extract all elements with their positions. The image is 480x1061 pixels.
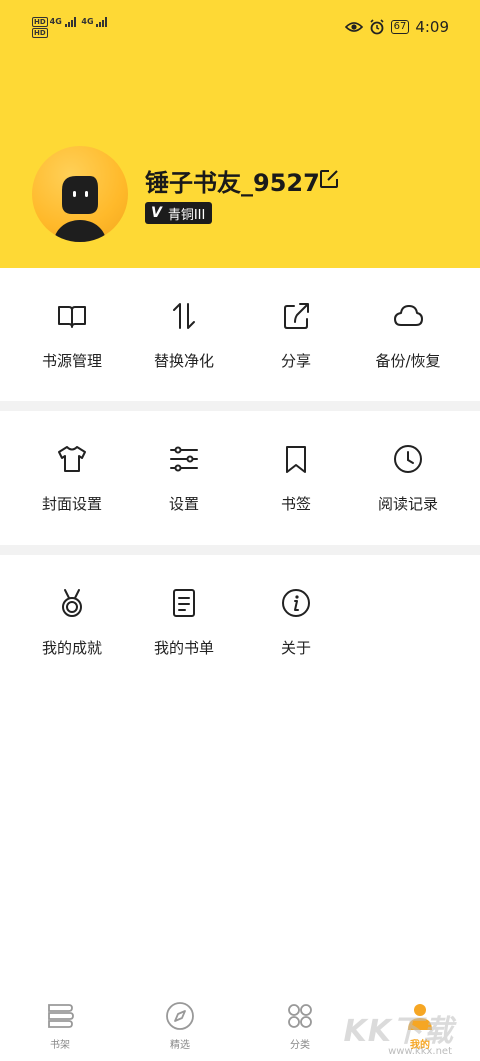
menu-item-label: 我的书单 bbox=[153, 639, 214, 657]
battery-icon: 67 bbox=[390, 20, 410, 34]
signal-indicators: HD 4G 4G HD bbox=[32, 16, 110, 38]
menu-item-my-booklist[interactable]: 我的书单 bbox=[128, 587, 240, 658]
menu-item-label: 设置 bbox=[168, 495, 199, 513]
bookmark-icon bbox=[286, 446, 306, 473]
hd-icon-2: HD bbox=[32, 28, 48, 38]
compass-icon bbox=[166, 1002, 194, 1030]
hd-icon: HD bbox=[32, 17, 48, 27]
signal-label-2: 4G bbox=[81, 17, 94, 26]
level-badge-label: 青铜III bbox=[167, 207, 206, 223]
signal-icon-2 bbox=[96, 16, 108, 27]
eye-icon bbox=[344, 22, 363, 32]
username: 锤子书友_9527 bbox=[145, 169, 320, 197]
menu-row-2: 封面设置 设置 书签 阅读记录 bbox=[0, 443, 480, 514]
level-badge-icon: V bbox=[151, 205, 162, 221]
menu-item-cover-settings[interactable]: 封面设置 bbox=[16, 443, 128, 514]
menu-item-replace-purify[interactable]: 替换净化 bbox=[128, 300, 240, 371]
avatar-character-icon bbox=[54, 176, 106, 242]
tab-label: 分类 bbox=[290, 1040, 310, 1051]
clock-time: 4:09 bbox=[415, 18, 449, 36]
tab-label: 精选 bbox=[170, 1040, 190, 1051]
cloud-icon bbox=[394, 305, 423, 326]
menu-item-label: 封面设置 bbox=[41, 495, 102, 513]
book-open-icon bbox=[58, 306, 86, 328]
menu-item-label: 书签 bbox=[280, 495, 311, 513]
booklist-icon bbox=[173, 589, 195, 617]
section-divider bbox=[0, 545, 480, 555]
menu-item-settings[interactable]: 设置 bbox=[128, 443, 240, 514]
menu-item-bookmarks[interactable]: 书签 bbox=[240, 443, 352, 514]
signal-label-1: 4G bbox=[49, 17, 62, 26]
tab-bookshelf[interactable]: 书架 bbox=[0, 996, 120, 1061]
status-right: 67 4:09 bbox=[344, 18, 449, 36]
level-badge[interactable]: V 青铜III bbox=[145, 202, 213, 224]
section-divider bbox=[0, 401, 480, 411]
sliders-icon bbox=[170, 446, 198, 472]
profile-header: HD 4G 4G HD 67 4:09 锤子书友_9527 V 青铜III bbox=[0, 0, 480, 268]
menu-item-label: 关于 bbox=[280, 639, 311, 657]
edit-icon[interactable] bbox=[318, 168, 340, 190]
menu-item-achievements[interactable]: 我的成就 bbox=[16, 587, 128, 658]
watermark: KK下载 bbox=[343, 1014, 454, 1049]
menu-item-backup-restore[interactable]: 备份/恢复 bbox=[352, 300, 464, 371]
category-icon bbox=[288, 1004, 312, 1028]
status-bar: HD 4G 4G HD 67 4:09 bbox=[0, 0, 480, 56]
menu-item-label: 我的成就 bbox=[41, 639, 102, 657]
menu-item-label: 阅读记录 bbox=[377, 495, 438, 513]
menu-item-book-source[interactable]: 书源管理 bbox=[16, 300, 128, 371]
watermark-url: www.kkx.net bbox=[388, 1046, 452, 1057]
medal-icon bbox=[62, 589, 82, 617]
menu-item-label: 替换净化 bbox=[153, 352, 214, 370]
alarm-icon bbox=[370, 19, 384, 35]
info-icon bbox=[282, 589, 310, 617]
menu-item-reading-history[interactable]: 阅读记录 bbox=[352, 443, 464, 514]
menu-item-label: 备份/恢复 bbox=[375, 352, 441, 370]
tab-category[interactable]: 分类 bbox=[240, 996, 360, 1061]
shirt-icon bbox=[58, 446, 86, 472]
bookshelf-icon bbox=[48, 1004, 74, 1028]
menu-row-1: 书源管理 替换净化 分享 备份/恢复 bbox=[0, 300, 480, 371]
menu-item-label: 分享 bbox=[280, 352, 311, 370]
menu-item-label: 书源管理 bbox=[41, 352, 102, 370]
swap-vertical-icon bbox=[173, 303, 195, 329]
tab-label: 书架 bbox=[50, 1040, 70, 1051]
tab-featured[interactable]: 精选 bbox=[120, 996, 240, 1061]
menu-item-about[interactable]: 关于 bbox=[240, 587, 352, 658]
share-icon bbox=[284, 303, 309, 329]
menu-row-3: 我的成就 我的书单 关于 bbox=[0, 587, 480, 658]
menu-item-share[interactable]: 分享 bbox=[240, 300, 352, 371]
signal-icon bbox=[64, 16, 76, 27]
avatar[interactable] bbox=[32, 146, 128, 242]
clock-icon bbox=[394, 445, 422, 473]
